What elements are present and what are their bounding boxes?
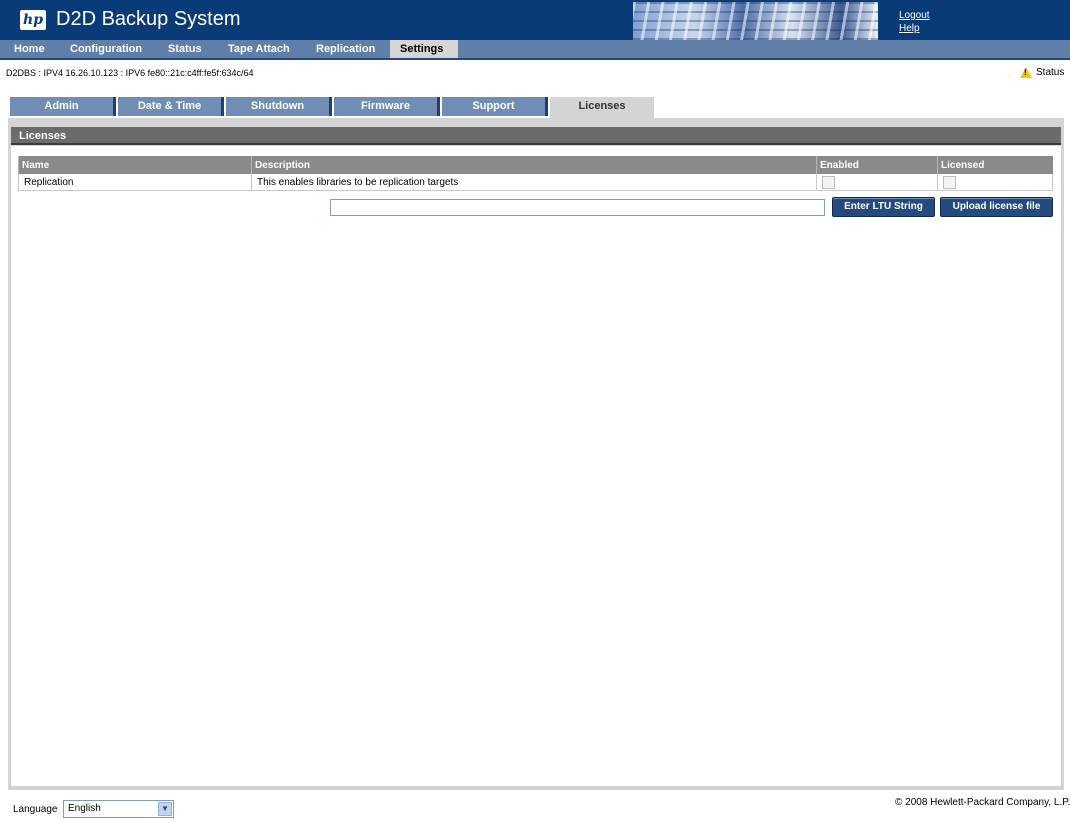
header-links: Logout Help: [899, 9, 930, 35]
main-nav: Home Configuration Status Tape Attach Re…: [0, 40, 1070, 60]
column-header-description: Description: [251, 156, 817, 174]
status-label: Status: [1036, 67, 1065, 78]
tab-date-time[interactable]: Date & Time: [118, 97, 224, 116]
tab-admin[interactable]: Admin: [10, 97, 116, 116]
upload-license-file-button[interactable]: Upload license file: [940, 197, 1053, 217]
ltu-string-input[interactable]: [330, 199, 825, 216]
enter-ltu-string-button[interactable]: Enter LTU String: [832, 197, 935, 217]
language-selected-value: English: [68, 803, 101, 814]
device-address-line: D2DBS : IPV4 16.26.10.123 : IPV6 fe80::2…: [6, 68, 254, 78]
content-panel: Licenses: [8, 118, 1064, 790]
language-select[interactable]: English ▼: [63, 800, 174, 818]
column-header-licensed: Licensed: [937, 156, 1053, 174]
nav-replication[interactable]: Replication: [310, 40, 381, 58]
logout-link[interactable]: Logout: [899, 9, 930, 22]
column-header-name: Name: [18, 156, 252, 174]
warning-icon: [1020, 67, 1032, 78]
licensed-checkbox[interactable]: [943, 175, 956, 189]
hp-logo: hp: [20, 10, 46, 30]
chevron-down-icon[interactable]: ▼: [158, 802, 172, 816]
enabled-checkbox[interactable]: [822, 175, 835, 189]
help-link[interactable]: Help: [899, 22, 930, 35]
app-header: hp D2D Backup System Logout Help: [0, 0, 1070, 40]
panel-title: Licenses: [11, 127, 1061, 145]
tab-shutdown[interactable]: Shutdown: [226, 97, 332, 116]
nav-configuration[interactable]: Configuration: [64, 40, 148, 58]
nav-settings[interactable]: Settings: [390, 40, 458, 58]
table-row: Replication This enables libraries to be…: [18, 174, 1053, 191]
language-label: Language: [13, 804, 58, 815]
nav-status[interactable]: Status: [162, 40, 208, 58]
licensed-cell: [937, 174, 1053, 191]
tab-firmware[interactable]: Firmware: [334, 97, 440, 116]
tab-licenses[interactable]: Licenses: [550, 97, 654, 118]
enabled-cell: [816, 174, 938, 191]
panel-body: [11, 146, 1061, 786]
tab-support[interactable]: Support: [442, 97, 548, 116]
copyright-text: © 2008 Hewlett-Packard Company, L.P.: [895, 797, 1070, 808]
nav-home[interactable]: Home: [8, 40, 51, 58]
app-title: D2D Backup System: [56, 8, 241, 30]
nav-tape-attach[interactable]: Tape Attach: [222, 40, 296, 58]
license-name: Replication: [18, 174, 252, 191]
status-indicator[interactable]: Status: [1020, 67, 1064, 78]
license-description: This enables libraries to be replication…: [251, 174, 817, 191]
column-header-enabled: Enabled: [816, 156, 938, 174]
building-banner-image: [633, 2, 878, 40]
licenses-table: Name Description Enabled Licensed Replic…: [18, 156, 1053, 191]
